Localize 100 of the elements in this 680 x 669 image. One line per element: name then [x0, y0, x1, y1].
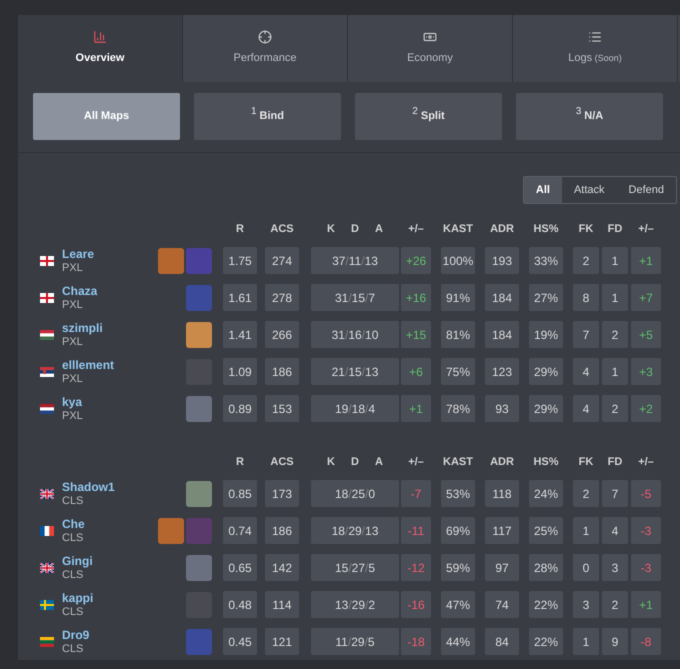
adr-cell: 117: [485, 517, 519, 544]
rating-cell: 0.74: [223, 517, 257, 544]
acs-cell: 173: [265, 480, 299, 507]
column-header: FK: [578, 454, 594, 470]
column-header: HS%: [532, 222, 560, 237]
kill-diff-cell: +26: [401, 247, 431, 274]
flag-icon: [40, 292, 54, 302]
adr-cell: 184: [485, 284, 519, 311]
headshot-cell: 22%: [529, 628, 563, 655]
headshot-cell: 24%: [529, 480, 563, 507]
kill-diff-cell: -16: [401, 591, 431, 618]
side-filter-option[interactable]: Attack: [562, 177, 617, 203]
column-header: HS%: [532, 454, 560, 470]
team-tag: PXL: [62, 408, 83, 422]
adr-cell: 118: [485, 480, 519, 507]
kda-cell: 11/29/5: [311, 628, 399, 655]
player-name-link[interactable]: kya: [62, 394, 83, 408]
kast-cell: 91%: [441, 284, 475, 311]
first-kills-cell: 1: [573, 517, 599, 544]
column-header: FK: [578, 222, 594, 237]
first-deaths-cell: 1: [602, 247, 628, 274]
first-kill-diff-cell: +3: [631, 358, 661, 385]
column-header: ADR: [489, 222, 515, 237]
acs-cell: 274: [265, 247, 299, 274]
player-name-link[interactable]: Dro9: [62, 628, 90, 642]
acs-cell: 278: [265, 284, 299, 311]
first-kill-diff-cell: -3: [631, 554, 661, 581]
tab[interactable]: Overview: [18, 15, 183, 82]
rating-cell: 0.85: [223, 480, 257, 507]
kast-cell: 59%: [441, 554, 475, 581]
column-header: FD: [606, 454, 624, 470]
kill-diff-cell: +16: [401, 284, 431, 311]
map-button[interactable]: All Maps: [33, 93, 180, 140]
team-tag: CLS: [62, 604, 94, 618]
first-kills-cell: 4: [573, 358, 599, 385]
kda-cell: 18/29/13: [311, 517, 399, 544]
kda-cell: 13/29/2: [311, 591, 399, 618]
first-kills-cell: 8: [573, 284, 599, 311]
team-tag: CLS: [62, 568, 93, 582]
adr-cell: 97: [485, 554, 519, 581]
rating-cell: 0.65: [223, 554, 257, 581]
headshot-cell: 33%: [529, 247, 563, 274]
first-kill-diff-cell: +1: [631, 247, 661, 274]
adr-cell: 193: [485, 247, 519, 274]
team-tag: PXL: [62, 298, 98, 312]
column-header: ADR: [489, 454, 515, 470]
flag-icon: [40, 562, 54, 572]
rating-cell: 0.89: [223, 395, 257, 422]
player-name-link[interactable]: Chaza: [62, 284, 98, 298]
kast-cell: 78%: [441, 395, 475, 422]
flag-icon: [40, 404, 54, 414]
flag-icon: [40, 526, 54, 536]
headshot-cell: 29%: [529, 358, 563, 385]
adr-cell: 123: [485, 358, 519, 385]
column-header: K: [327, 222, 335, 237]
team-tag: CLS: [62, 642, 90, 656]
acs-cell: 186: [265, 358, 299, 385]
kill-diff-cell: -18: [401, 628, 431, 655]
acs-cell: 153: [265, 395, 299, 422]
kast-cell: 75%: [441, 358, 475, 385]
column-header: A: [375, 454, 383, 470]
player-name-link[interactable]: Leare: [62, 246, 94, 260]
side-filter-option[interactable]: Defend: [616, 177, 676, 203]
kill-diff-cell: +6: [401, 358, 431, 385]
adr-cell: 84: [485, 628, 519, 655]
kill-diff-cell: -7: [401, 480, 431, 507]
player-name-link[interactable]: kappi: [62, 590, 94, 604]
rating-cell: 1.61: [223, 284, 257, 311]
kast-cell: 44%: [441, 628, 475, 655]
kda-cell: 31/15/7: [311, 284, 399, 311]
first-kills-cell: 1: [573, 628, 599, 655]
player-name-link[interactable]: Che: [62, 516, 85, 530]
first-kills-cell: 7: [573, 321, 599, 348]
team-tag: CLS: [62, 494, 115, 508]
acs-cell: 266: [265, 321, 299, 348]
adr-cell: 74: [485, 591, 519, 618]
kast-cell: 81%: [441, 321, 475, 348]
flag-icon: [40, 366, 54, 376]
first-kill-diff-cell: +5: [631, 321, 661, 348]
first-deaths-cell: 1: [602, 284, 628, 311]
first-kills-cell: 2: [573, 247, 599, 274]
player-name-link[interactable]: elllement: [62, 358, 114, 372]
column-header: +/–: [407, 222, 425, 237]
kast-cell: 53%: [441, 480, 475, 507]
column-header: KAST: [442, 454, 474, 470]
kda-cell: 37/11/13: [311, 247, 399, 274]
first-kills-cell: 0: [573, 554, 599, 581]
crosshair-icon: [258, 30, 272, 44]
player-name-link[interactable]: Shadow1: [62, 480, 115, 494]
flag-icon: [40, 256, 54, 266]
team-tag: PXL: [62, 334, 103, 348]
column-header: ACS: [269, 222, 295, 237]
player-name-link[interactable]: Gingi: [62, 554, 93, 568]
headshot-cell: 27%: [529, 284, 563, 311]
first-deaths-cell: 3: [602, 554, 628, 581]
first-deaths-cell: 9: [602, 628, 628, 655]
side-filter-option[interactable]: All: [524, 177, 562, 203]
rating-cell: 0.45: [223, 628, 257, 655]
player-name-link[interactable]: szimpli: [62, 320, 103, 334]
kda-cell: 31/16/10: [311, 321, 399, 348]
